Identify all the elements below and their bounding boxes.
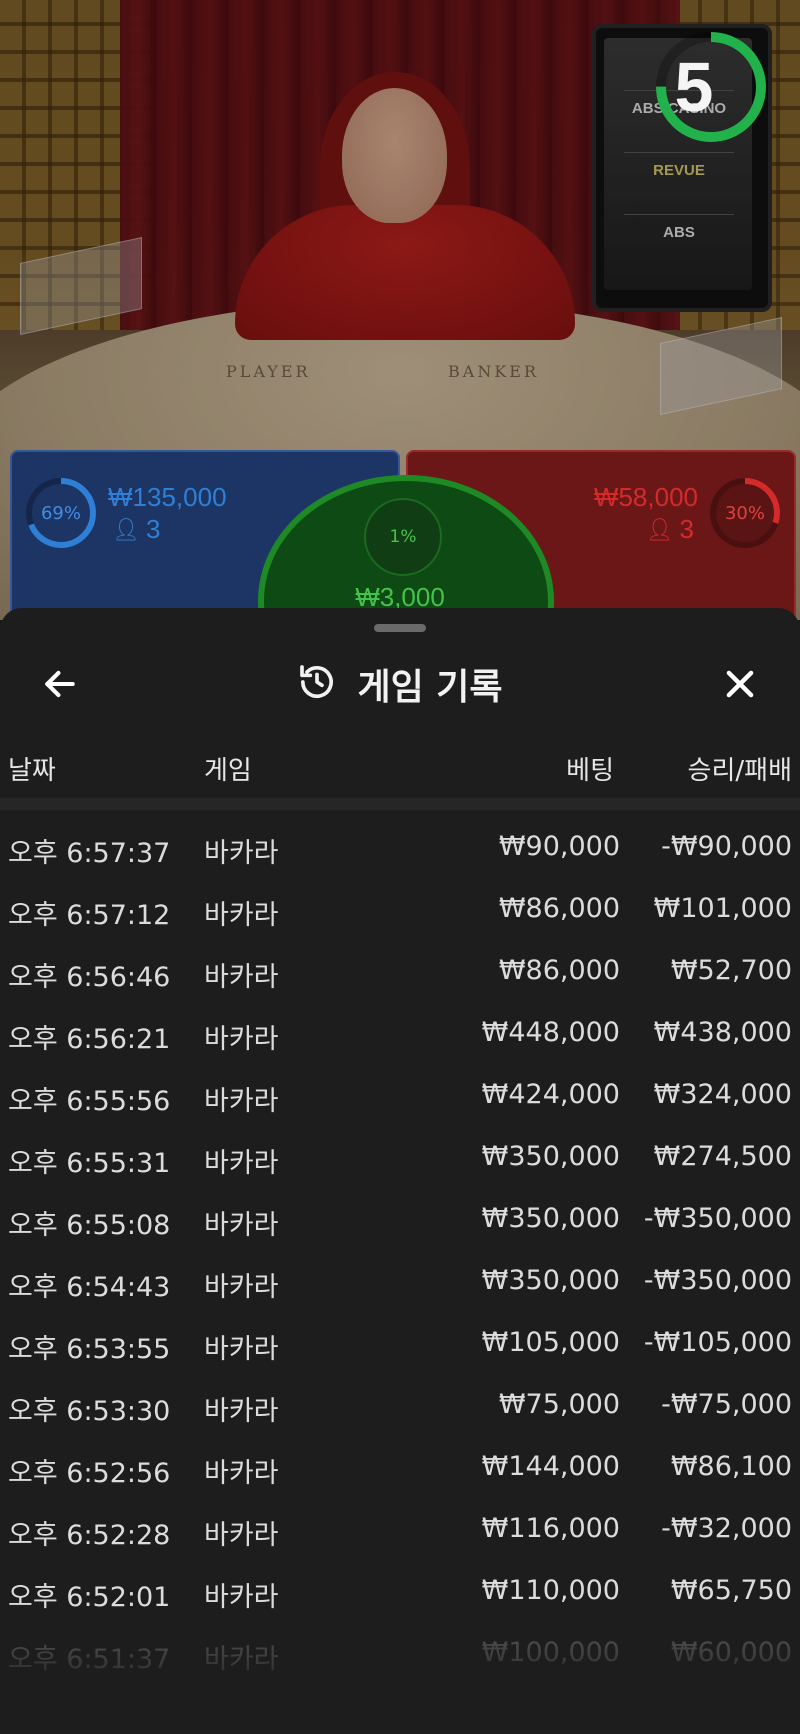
row-game: 바카라 [204,900,279,931]
row-bet: ₩350,000 [481,1141,620,1172]
column-header-result: 승리/패배 [687,756,792,786]
row-game: 바카라 [204,1520,279,1551]
player-percent: 69% [40,502,81,524]
row-time: 오후 6:57:12 [8,900,171,931]
row-time: 오후 6:55:08 [8,1210,171,1241]
column-header-game: 게임 [204,756,252,786]
table-row: 오후 6:52:56 바카라 ₩144,000 ₩86,100 [0,1438,800,1500]
drag-handle[interactable] [374,624,426,632]
table-row: 오후 6:53:55 바카라 ₩105,000 -₩105,000 [0,1314,800,1376]
row-result: -₩75,000 [661,1389,792,1420]
banker-bet-amount: ₩58,000 [593,482,698,512]
player-bettor-number: 3 [145,514,161,544]
table-row: 오후 6:56:46 바카라 ₩86,000 ₩52,700 [0,942,800,1004]
table-row: 오후 6:55:31 바카라 ₩350,000 ₩274,500 [0,1128,800,1190]
table-row: 오후 6:55:56 바카라 ₩424,000 ₩324,000 [0,1066,800,1128]
row-bet: ₩116,000 [481,1513,620,1544]
person-icon: 👤︎ [112,516,140,542]
row-time: 오후 6:52:01 [8,1582,171,1613]
row-result: -₩350,000 [643,1265,792,1296]
row-bet: ₩144,000 [481,1451,620,1482]
row-bet: ₩350,000 [481,1203,620,1234]
row-bet: ₩350,000 [481,1265,620,1296]
player-percent-ring: 69% [24,476,98,550]
row-result: ₩52,700 [670,955,792,986]
row-bet: ₩90,000 [498,831,620,862]
row-result: ₩86,100 [670,1451,792,1482]
history-icon [297,662,337,706]
table-row: 오후 6:55:08 바카라 ₩350,000 -₩350,000 [0,1190,800,1252]
close-icon [726,670,754,698]
sheet-title: 게임 기록 [357,667,503,708]
row-time: 오후 6:52:56 [8,1458,171,1489]
table-header: 날짜 게임 베팅 승리/패배 [0,736,800,798]
history-list[interactable]: 오후 6:57:37 바카라 ₩90,000 -₩90,000 오후 6:57:12 바카… [0,818,800,1686]
row-time: 오후 6:53:30 [8,1396,171,1427]
banker-percent: 30% [724,502,765,524]
row-time: 오후 6:53:55 [8,1334,171,1365]
row-game: 바카라 [204,1272,279,1303]
row-bet: ₩86,000 [498,893,620,924]
round-timer: 5 [652,28,770,146]
row-game: 바카라 [204,962,279,993]
list-fade-overlay [0,1628,800,1734]
row-time: 오후 6:56:46 [8,962,171,993]
row-game: 바카라 [204,1458,279,1489]
row-result: -₩350,000 [643,1203,792,1234]
row-time: 오후 6:52:28 [8,1520,171,1551]
row-result: -₩32,000 [661,1513,792,1544]
row-time: 오후 6:57:37 [8,838,171,869]
person-icon: 👤︎ [645,516,674,542]
row-bet: ₩110,000 [481,1575,620,1606]
row-bet: ₩86,000 [498,955,620,986]
row-game: 바카라 [204,1396,279,1427]
tie-percent: 1% [364,498,442,576]
table-row: 오후 6:57:37 바카라 ₩90,000 -₩90,000 [0,818,800,880]
arrow-left-icon [45,670,75,698]
row-bet: ₩105,000 [481,1327,620,1358]
row-bet: ₩448,000 [481,1017,620,1048]
row-game: 바카라 [204,1582,279,1613]
row-result: ₩324,000 [653,1079,792,1110]
table-row: 오후 6:52:28 바카라 ₩116,000 -₩32,000 [0,1500,800,1562]
row-result: -₩90,000 [661,831,792,862]
row-result: -₩105,000 [643,1327,792,1358]
row-game: 바카라 [204,1148,279,1179]
row-result: ₩438,000 [653,1017,792,1048]
row-result: ₩101,000 [653,893,792,924]
row-result: ₩274,500 [653,1141,792,1172]
row-game: 바카라 [204,1334,279,1365]
row-time: 오후 6:55:31 [8,1148,171,1179]
row-time: 오후 6:56:21 [8,1024,171,1055]
close-button[interactable] [716,660,764,708]
row-game: 바카라 [204,1024,279,1055]
header-divider [0,798,800,810]
row-bet: ₩75,000 [498,1389,620,1420]
back-button[interactable] [36,660,84,708]
player-bettor-count: 👤︎ 3 [112,514,160,545]
row-game: 바카라 [204,1086,279,1117]
banker-bettor-count: 👤︎ 3 [646,514,694,545]
game-history-sheet: 게임 기록 날짜 게임 베팅 승리/패배 오후 6:57:37 바카라 ₩90,00… [0,608,800,1734]
row-game: 바카라 [204,838,279,869]
row-time: 오후 6:55:56 [8,1086,171,1117]
banker-percent-ring: 30% [708,476,782,550]
row-result: ₩65,750 [670,1575,792,1606]
table-row: 오후 6:52:01 바카라 ₩110,000 ₩65,750 [0,1562,800,1624]
row-game: 바카라 [204,1210,279,1241]
column-header-date: 날짜 [8,756,56,786]
row-bet: ₩424,000 [481,1079,620,1110]
player-bet-amount: ₩135,000 [108,482,227,512]
row-time: 오후 6:54:43 [8,1272,171,1303]
column-header-bet: 베팅 [566,756,614,786]
table-row: 오후 6:54:43 바카라 ₩350,000 -₩350,000 [0,1252,800,1314]
table-row: 오후 6:53:30 바카라 ₩75,000 -₩75,000 [0,1376,800,1438]
banker-bettor-number: 3 [679,514,694,544]
table-row: 오후 6:57:12 바카라 ₩86,000 ₩101,000 [0,880,800,942]
sheet-header: 게임 기록 [0,648,800,720]
table-row: 오후 6:56:21 바카라 ₩448,000 ₩438,000 [0,1004,800,1066]
timer-value: 5 [674,48,714,126]
